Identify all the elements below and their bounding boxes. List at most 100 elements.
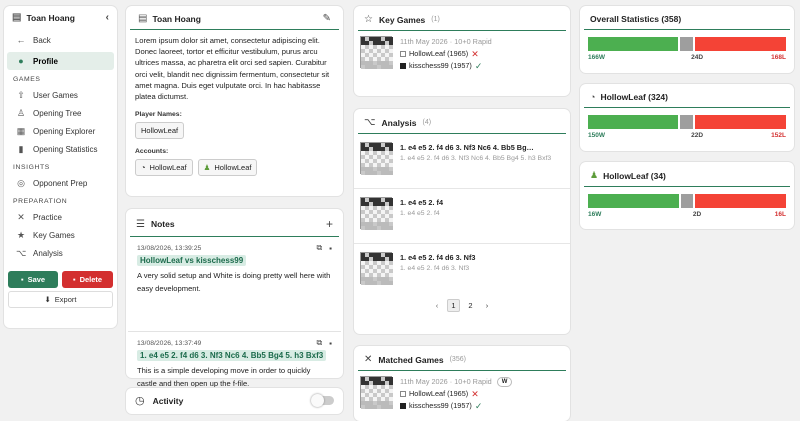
chess-board [360,376,393,409]
draws-label: 2D [692,211,702,218]
swords-icon: ✕ [364,354,373,365]
game-row[interactable]: 11th May 2026 · 10+0 Rapid HollowLeaf (1… [354,31,570,77]
lichess-stats-card: ◔ HollowLeaf (324) 150W 22D 152L [580,84,794,151]
lichess-icon: ◔ [590,92,596,102]
collapse-icon[interactable]: ‹ [106,12,109,23]
star-icon: ★ [16,229,26,240]
export-button[interactable]: ⬇ Export [8,291,113,308]
analysis-item[interactable]: 1. e4 e5 2. f4 1. e4 e5 2. f4 [354,189,570,244]
note-tag[interactable]: 1. e4 e5 2. f4 d6 3. Nf3 Nc6 4. Bb5 Bg4 … [137,350,327,361]
activity-card: ◷ Activity [126,388,343,414]
key-games-card: ☆ Key Games (1) 11th May 2026 · 10+0 Rap… [354,6,570,96]
note-time: 13/08/2026, 13:37:49 [137,339,202,347]
white-square-icon [400,391,406,397]
chess-board [360,36,393,69]
results-labels: 166W 24D 168L [588,54,786,61]
chess-board [360,197,393,230]
white-player: HollowLeaf (1965) [409,389,469,398]
save-button[interactable]: ▪ Save [8,271,58,288]
bar-chart-icon: ▮ [18,143,24,154]
losses-label: 168L [771,54,786,61]
draw-segment [679,115,693,129]
results-labels: 150W 22D 152L [588,132,786,139]
sidebar-item-opening-tree[interactable]: ♙ Opening Tree [7,104,114,122]
section-preparation: PREPARATION [13,198,68,205]
notes-icon: ☰ [136,218,145,230]
delete-button[interactable]: ▪ Delete [62,271,113,288]
white-player: HollowLeaf (1965) [409,49,469,58]
branch-icon: ⌥ [16,247,27,258]
analysis-item-moves: 1. e4 e5 2. f4 d6 3. Nf3 [400,265,470,272]
sidebar-header: ▤ Toan Hoang ‹ [4,6,117,29]
loss-segment [694,37,786,51]
lichess-icon: ◔ [141,163,146,173]
back-button[interactable]: ← Back [7,31,114,49]
profile-name: Toan Hoang [152,13,201,24]
notes-header: ☰ Notes + [130,209,339,237]
trash-icon[interactable]: ▪ [329,244,332,253]
next-page-icon[interactable]: › [481,301,493,310]
export-label: Export [54,295,77,304]
sidebar-item-profile[interactable]: ● Profile [7,52,114,70]
account-chip-lichess[interactable]: ◔ HollowLeaf [135,159,193,177]
toggle-knob [311,394,324,407]
page-2[interactable]: 2 [464,299,477,312]
analysis-item[interactable]: 1. e4 e5 2. f4 d6 3. Nf3 Nc6 4. Bb5 Bg… … [354,134,570,189]
losses-label: 16L [774,211,786,218]
loss-icon: ✕ [471,49,479,59]
sidebar-item-analysis[interactable]: ⌥ Analysis [7,244,114,262]
sidebar-item-practice[interactable]: ✕ Practice [7,208,114,226]
key-games-count: (1) [431,16,440,23]
key-games-label: Key Games [33,230,75,240]
wins-label: 16W [588,211,602,218]
chesscom-stats-card: ♟ HollowLeaf (34) 16W 2D 16L [580,162,794,229]
win-icon: ✓ [474,61,483,71]
black-player: kisschess99 (1957) [409,401,472,410]
prev-page-icon[interactable]: ‹ [431,301,443,310]
trash-icon: ▪ [72,275,76,284]
pagination: ‹ 1 2 › [354,299,570,312]
section-insights: INSIGHTS [13,164,50,171]
player-name-chip[interactable]: HollowLeaf [135,122,185,140]
page-1[interactable]: 1 [447,299,460,312]
loss-segment [694,115,786,129]
section-games: GAMES [13,76,41,83]
sidebar-item-opening-statistics[interactable]: ▮ Opening Statistics [7,140,114,158]
document-icon: ▤ [12,12,22,23]
analysis-item[interactable]: 1. e4 e5 2. f4 d6 3. Nf3 1. e4 e5 2. f4 … [354,244,570,299]
add-icon[interactable]: + [326,217,333,231]
activity-toggle[interactable] [311,394,334,407]
sidebar-item-opening-explorer[interactable]: ▦ Opening Explorer [7,122,114,140]
swords-icon: ✕ [17,211,25,222]
sidebar-item-user-games[interactable]: ⇧ User Games [7,86,114,104]
opening-tree-label: Opening Tree [33,108,82,118]
board-square [389,405,393,409]
stats-header: ◔ HollowLeaf (324) [584,84,790,108]
note-text: A very solid setup and White is doing pr… [137,271,331,293]
open-icon[interactable]: ⧉ [316,338,322,348]
arrow-left-icon: ← [16,35,26,45]
sidebar-item-opponent-prep[interactable]: ◎ Opponent Prep [7,174,114,192]
pawn-icon: ♟ [203,163,211,173]
black-square-icon [400,63,406,69]
open-icon[interactable]: ⧉ [316,243,322,253]
stats-title: HollowLeaf (34) [603,170,666,181]
download-icon: ⬇ [44,295,51,304]
sidebar-item-key-games[interactable]: ★ Key Games [7,226,114,244]
trash-icon[interactable]: ▪ [329,339,332,348]
sidebar: ▤ Toan Hoang ‹ ← Back ● Profile GAMES ⇧ Use… [4,6,117,328]
star-icon: ☆ [364,14,373,25]
board-square [389,171,393,175]
chess-board [360,142,393,175]
note-tag[interactable]: HollowLeaf vs kisschess99 [137,255,247,266]
game-row[interactable]: 11th May 2026 · 10+0 Rapid W HollowLeaf (… [354,371,570,417]
note-item: 13/08/2026, 13:37:49 ⧉ ▪ 1. e4 e5 2. f4 … [128,332,341,390]
opening-statistics-label: Opening Statistics [33,144,98,154]
game-date: 11th May 2026 · 10+0 Rapid [400,37,492,46]
analysis-item-title: 1. e4 e5 2. f4 d6 3. Nf3 Nc6 4. Bb5 Bg… [400,143,534,152]
edit-icon[interactable]: ✎ [323,13,331,24]
back-label: Back [33,35,51,45]
matched-games-header: ✕ Matched Games (356) [358,346,566,371]
account-chip-chesscom[interactable]: ♟ HollowLeaf [197,159,258,177]
user-games-label: User Games [33,90,78,100]
